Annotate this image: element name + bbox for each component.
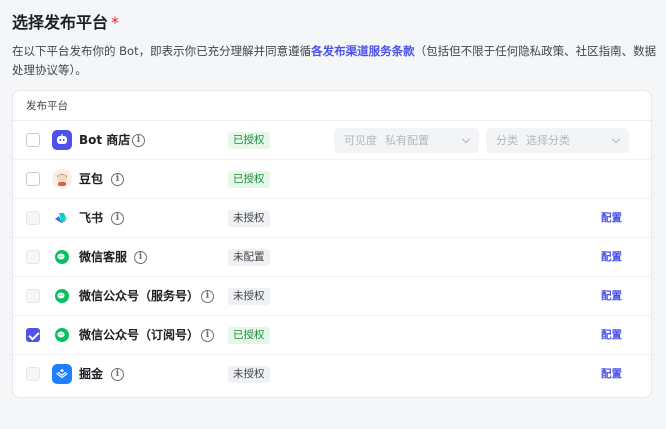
config-link[interactable]: 配置 <box>601 199 622 237</box>
select-checkbox[interactable] <box>26 367 40 381</box>
info-icon[interactable]: i <box>201 329 214 342</box>
info-icon[interactable]: i <box>111 212 124 225</box>
wechat-icon <box>52 286 72 306</box>
select-checkbox[interactable] <box>26 172 40 186</box>
terms-link[interactable]: 各发布渠道服务条款 <box>311 44 415 58</box>
platform-row-bot-store: Bot 商店 i 已授权 可见度 私有配置 分类 选择分类 <box>13 121 651 160</box>
section-title-text: 选择发布平台 <box>12 13 109 32</box>
platform-name: 微信公众号（订阅号） <box>79 328 200 342</box>
status-badge: 未配置 <box>228 249 270 266</box>
visibility-select-label: 可见度 <box>344 134 377 147</box>
platform-name: Bot 商店 <box>79 133 131 147</box>
table-header: 发布平台 <box>13 91 651 121</box>
info-icon[interactable]: i <box>201 290 214 303</box>
info-icon[interactable]: i <box>111 368 124 381</box>
status-badge: 未授权 <box>228 210 270 227</box>
info-icon[interactable]: i <box>134 251 147 264</box>
visibility-select[interactable]: 可见度 私有配置 <box>334 128 479 153</box>
select-checkbox[interactable] <box>26 250 40 264</box>
feishu-icon <box>52 208 72 228</box>
config-link[interactable]: 配置 <box>601 316 622 354</box>
desc-before: 在以下平台发布你的 Bot，即表示你已充分理解并同意遵循 <box>12 44 312 58</box>
select-checkbox[interactable] <box>26 289 40 303</box>
select-checkbox[interactable] <box>26 133 40 147</box>
platform-name: 豆包 <box>79 172 104 186</box>
platform-row-wechat-service: 微信客服 i 未配置 配置 <box>13 238 651 277</box>
platform-row-feishu: 飞书 i 未授权 配置 <box>13 199 651 238</box>
publish-description: 在以下平台发布你的 Bot，即表示你已充分理解并同意遵循各发布渠道服务条款（包括… <box>12 42 658 80</box>
category-select-placeholder: 选择分类 <box>526 134 570 147</box>
platform-name: 微信客服 <box>79 250 128 264</box>
platform-row-wechat-oa-service: 微信公众号（服务号） i 未授权 配置 <box>13 277 651 316</box>
info-icon[interactable]: i <box>111 173 124 186</box>
platform-row-wechat-oa-subscription: 微信公众号（订阅号） i 已授权 配置 <box>13 316 651 355</box>
platform-name: 掘金 <box>79 367 104 381</box>
select-checkbox[interactable] <box>26 328 40 342</box>
platform-table: 发布平台 Bot 商店 i 已授权 可见度 私有配置 分类 选择分类 豆包 i 已授… <box>12 90 652 398</box>
status-badge: 未授权 <box>228 366 270 383</box>
wechat-icon <box>52 247 72 267</box>
select-checkbox[interactable] <box>26 211 40 225</box>
config-link[interactable]: 配置 <box>601 277 622 315</box>
doubao-avatar-icon <box>52 169 72 189</box>
platform-name: 飞书 <box>79 211 104 225</box>
status-badge: 已授权 <box>228 171 270 188</box>
status-badge: 已授权 <box>228 132 270 149</box>
category-select-label: 分类 <box>496 134 518 147</box>
platform-row-doubao: 豆包 i 已授权 <box>13 160 651 199</box>
category-select[interactable]: 分类 选择分类 <box>486 128 629 153</box>
bot-store-icon <box>52 130 72 150</box>
juejin-icon <box>52 364 72 384</box>
chevron-down-icon <box>461 134 471 144</box>
config-link[interactable]: 配置 <box>601 355 622 393</box>
platform-name: 微信公众号（服务号） <box>79 289 200 303</box>
platform-row-juejin: 掘金 i 未授权 配置 <box>13 355 651 394</box>
visibility-select-value: 私有配置 <box>385 134 429 147</box>
chevron-down-icon <box>611 134 621 144</box>
info-icon[interactable]: i <box>132 134 145 147</box>
section-title: 选择发布平台 * <box>12 9 119 33</box>
status-badge: 未授权 <box>228 288 270 305</box>
config-link[interactable]: 配置 <box>601 238 622 276</box>
wechat-icon <box>52 325 72 345</box>
required-mark: * <box>111 13 120 32</box>
status-badge: 已授权 <box>228 327 270 344</box>
